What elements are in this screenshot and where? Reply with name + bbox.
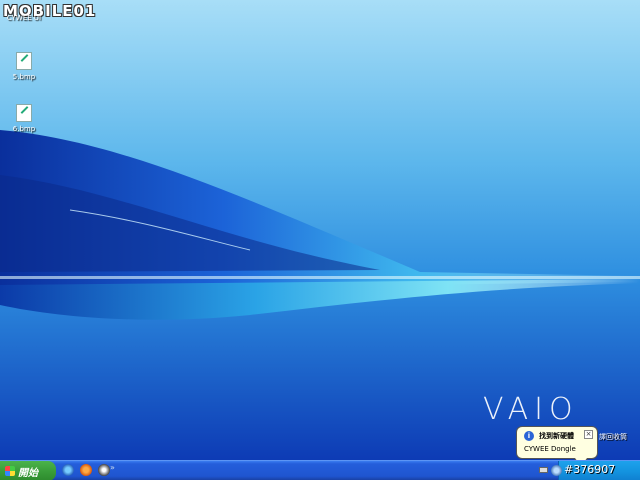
desktop-wallpaper [0, 0, 640, 460]
wallpaper-art [0, 0, 640, 460]
firefox-icon[interactable] [80, 464, 92, 476]
tray-clock[interactable]: #376907 [564, 463, 615, 476]
vaio-logo: VAIO [483, 392, 579, 427]
desktop-icon-label: 6.bmp [12, 125, 36, 133]
desktop-icon-6-bmp[interactable]: 6.bmp [0, 104, 48, 133]
new-hardware-balloon[interactable]: i 找到新硬體 × CYWEE Dongle [516, 426, 598, 468]
network-icon[interactable] [551, 465, 562, 476]
keyboard-icon[interactable] [539, 467, 548, 473]
desktop-icon-label: 5.bmp [12, 73, 36, 81]
windows-flag-icon [5, 466, 15, 476]
start-button[interactable]: 開始 [0, 461, 56, 480]
desktop-icon-label: CYWEE UI [6, 14, 42, 22]
internet-explorer-icon[interactable] [62, 464, 74, 476]
system-tray: #376907 [539, 461, 640, 480]
quick-launch [62, 464, 110, 476]
balloon-title: 找到新硬體 [539, 432, 574, 440]
taskbar: 開始 » #376907 [0, 460, 640, 480]
info-icon: i [524, 431, 534, 441]
image-file-icon [16, 52, 32, 70]
balloon-body: CYWEE Dongle [524, 445, 576, 453]
recycle-bin-label[interactable]: 譯回收筒 [599, 432, 627, 442]
media-player-icon[interactable] [98, 464, 110, 476]
chevron-right-icon[interactable]: » [110, 463, 115, 472]
image-file-icon [16, 104, 32, 122]
desktop-icon-5-bmp[interactable]: 5.bmp [0, 52, 48, 81]
desktop-icon-cywee-ui[interactable]: CYWEE UI [0, 14, 48, 22]
close-icon[interactable]: × [584, 430, 593, 439]
start-label: 開始 [18, 467, 38, 479]
